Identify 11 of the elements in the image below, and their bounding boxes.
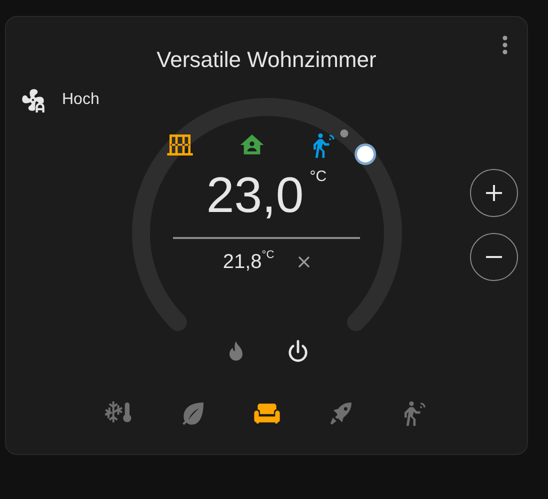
more-options-icon <box>501 35 509 57</box>
minus-icon <box>486 256 502 258</box>
plus-icon <box>484 183 504 203</box>
current-temperature-marker <box>340 129 348 138</box>
slider-thumb[interactable] <box>354 143 376 165</box>
close-icon[interactable] <box>298 256 310 268</box>
decrease-button[interactable] <box>470 233 518 281</box>
increase-button[interactable] <box>470 169 518 217</box>
fan-mode-label: Hoch <box>62 90 100 110</box>
card-title: Versatile Wohnzimmer <box>156 46 376 74</box>
fan-icon[interactable] <box>20 87 46 113</box>
